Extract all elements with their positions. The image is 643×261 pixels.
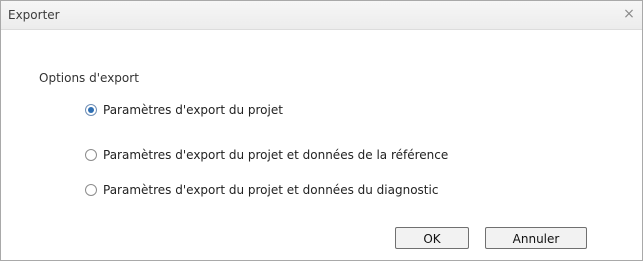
title-bar: Exporter × bbox=[1, 1, 642, 30]
export-options-label: Options d'export bbox=[39, 71, 139, 85]
option-project-and-reference-export[interactable]: Paramètres d'export du projet et données… bbox=[85, 147, 448, 163]
option-label: Paramètres d'export du projet et données… bbox=[103, 148, 449, 162]
ok-button[interactable]: OK bbox=[395, 227, 469, 249]
option-label: Paramètres d'export du projet bbox=[103, 103, 283, 117]
radio-unselected-icon[interactable] bbox=[85, 149, 97, 161]
window-title: Exporter bbox=[8, 8, 60, 22]
radio-unselected-icon[interactable] bbox=[85, 184, 97, 196]
option-project-and-diagnostic-export[interactable]: Paramètres d'export du projet et données… bbox=[85, 182, 438, 198]
close-icon[interactable]: × bbox=[620, 5, 638, 23]
option-project-export[interactable]: Paramètres d'export du projet bbox=[85, 102, 283, 118]
radio-selected-icon[interactable] bbox=[85, 104, 97, 116]
cancel-button[interactable]: Annuler bbox=[485, 227, 587, 249]
export-dialog: Exporter × Options d'export Paramètres d… bbox=[0, 0, 643, 261]
option-label: Paramètres d'export du projet et données… bbox=[103, 183, 439, 197]
